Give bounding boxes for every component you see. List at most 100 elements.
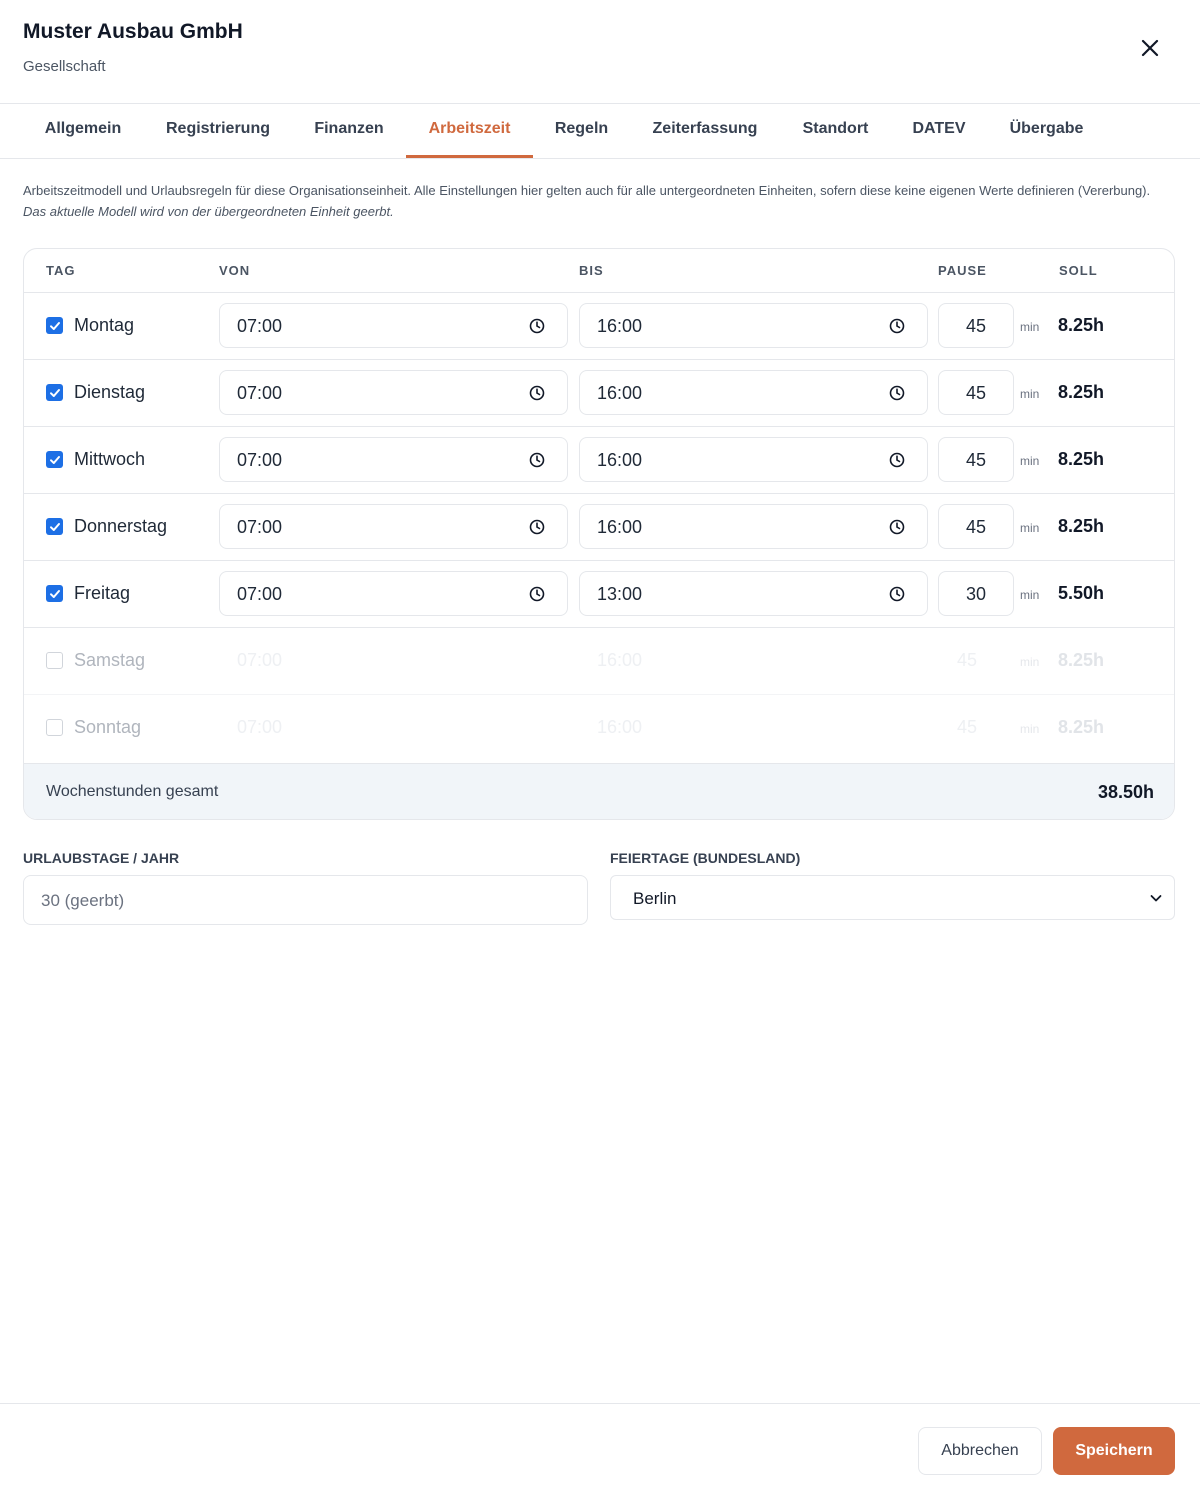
bis-time-input[interactable]: 16:00 [579, 303, 928, 348]
bis-time-input[interactable]: 16:00 [579, 504, 928, 549]
bis-value: 16:00 [597, 383, 643, 403]
von-value: 07:00 [237, 450, 283, 470]
day-checkbox[interactable] [46, 451, 63, 468]
von-time-input[interactable]: 07:00 [219, 571, 568, 616]
bis-value: 16:00 [597, 650, 643, 670]
pause-value: 45 [965, 383, 987, 403]
save-button[interactable]: Speichern [1053, 1427, 1175, 1475]
pause-value: 45 [965, 450, 987, 470]
pause-input[interactable]: 45 [938, 437, 1014, 482]
pause-input[interactable]: 45 [938, 504, 1014, 549]
pause-input[interactable]: 45 [938, 370, 1014, 415]
bis-value: 16:00 [597, 450, 643, 470]
clock-icon[interactable] [889, 452, 905, 468]
pause-input[interactable]: 45 [938, 303, 1014, 348]
close-button[interactable] [1134, 32, 1166, 64]
close-icon [1141, 39, 1159, 57]
bis-value: 16:00 [597, 316, 643, 336]
intro-text: Arbeitszeitmodell und Urlaubsregeln für … [23, 180, 1153, 222]
table-row: Sonntag 07:00 16:00 45 min 8.25h [24, 695, 1174, 762]
clock-icon[interactable] [889, 519, 905, 535]
day-checkbox[interactable] [46, 518, 63, 535]
header-bis: BIS [579, 263, 604, 278]
tab-datev[interactable]: DATEV [891, 104, 987, 158]
check-icon [49, 522, 60, 531]
clock-icon[interactable] [529, 519, 545, 535]
clock-icon[interactable] [529, 452, 545, 468]
table-row: Dienstag 07:00 16:00 45 min 8.25h [24, 360, 1174, 427]
page-subtitle: Gesellschaft [23, 58, 106, 75]
check-icon [49, 455, 60, 464]
bis-time-input[interactable]: 16:00 [579, 437, 928, 482]
header-von: VON [219, 263, 251, 278]
chevron-down-icon [1150, 895, 1162, 902]
tab-uebergabe[interactable]: Übergabe [987, 104, 1106, 158]
von-value: 07:00 [237, 316, 283, 336]
check-icon [49, 321, 60, 330]
pause-unit: min [1020, 521, 1040, 535]
vacation-label: URLAUBSTAGE / JAHR [23, 850, 180, 866]
pause-unit: min [1020, 722, 1040, 736]
bis-time-input[interactable]: 16:00 [579, 370, 928, 415]
pause-unit: min [1020, 454, 1040, 468]
table-header: TAG VON BIS PAUSE SOLL [24, 249, 1174, 293]
weekly-total-row: Wochenstunden gesamt 38.50h [24, 763, 1174, 819]
weekly-total-label: Wochenstunden gesamt [46, 783, 219, 800]
day-checkbox[interactable] [46, 719, 63, 736]
vacation-days-input[interactable]: 30 (geerbt) [23, 875, 588, 925]
day-label: Dienstag [74, 382, 146, 402]
tab-finanzen[interactable]: Finanzen [292, 104, 406, 158]
vacation-placeholder: 30 (geerbt) [41, 891, 125, 910]
soll-value: 8.25h [1058, 382, 1105, 402]
table-row: Samstag 07:00 16:00 45 min 8.25h [24, 628, 1174, 695]
dialog-footer: Abbrechen Speichern [0, 1403, 1200, 1490]
day-checkbox[interactable] [46, 652, 63, 669]
clock-icon[interactable] [529, 385, 545, 401]
check-icon [49, 388, 60, 397]
von-value: 07:00 [237, 383, 283, 403]
clock-icon[interactable] [529, 586, 545, 602]
pause-value: 45 [965, 316, 987, 336]
header-soll: SOLL [1059, 263, 1098, 278]
page-title: Muster Ausbau GmbH [23, 20, 243, 43]
soll-value: 8.25h [1058, 717, 1105, 737]
soll-value: 8.25h [1058, 449, 1105, 469]
tab-zeiterfassung[interactable]: Zeiterfassung [630, 104, 780, 158]
tab-standort[interactable]: Standort [780, 104, 891, 158]
clock-icon[interactable] [889, 318, 905, 334]
von-time-input[interactable]: 07:00 [219, 504, 568, 549]
clock-icon[interactable] [529, 318, 545, 334]
holidays-select[interactable]: Berlin [610, 875, 1175, 920]
von-value: 07:00 [237, 650, 283, 670]
soll-value: 8.25h [1058, 315, 1105, 335]
check-icon [49, 589, 60, 598]
clock-icon[interactable] [889, 385, 905, 401]
pause-unit: min [1020, 655, 1040, 669]
von-time-input[interactable]: 07:00 [219, 370, 568, 415]
day-label: Samstag [74, 650, 146, 670]
day-checkbox[interactable] [46, 384, 63, 401]
soll-value: 8.25h [1058, 516, 1105, 536]
soll-value: 8.25h [1058, 650, 1105, 670]
table-row: Donnerstag 07:00 16:00 45 min 8.25h [24, 494, 1174, 561]
pause-unit: min [1020, 588, 1040, 602]
day-checkbox[interactable] [46, 585, 63, 602]
von-time-input[interactable]: 07:00 [219, 303, 568, 348]
von-time-input[interactable]: 07:00 [219, 437, 568, 482]
pause-input[interactable]: 30 [938, 571, 1014, 616]
tab-allgemein[interactable]: Allgemein [22, 104, 144, 158]
clock-icon[interactable] [889, 586, 905, 602]
tab-arbeitszeit[interactable]: Arbeitszeit [406, 104, 533, 158]
tab-registrierung[interactable]: Registrierung [144, 104, 292, 158]
header-tag: TAG [46, 263, 76, 278]
von-value: 07:00 [237, 717, 283, 737]
holidays-selected-value: Berlin [633, 889, 677, 908]
cancel-button[interactable]: Abbrechen [918, 1427, 1042, 1475]
pause-value: 30 [965, 584, 987, 604]
holidays-label: FEIERTAGE (BUNDESLAND) [610, 850, 801, 866]
pause-unit: min [1020, 320, 1040, 334]
table-row: Mittwoch 07:00 16:00 45 min 8.25h [24, 427, 1174, 494]
tab-regeln[interactable]: Regeln [533, 104, 630, 158]
bis-time-input[interactable]: 13:00 [579, 571, 928, 616]
day-checkbox[interactable] [46, 317, 63, 334]
